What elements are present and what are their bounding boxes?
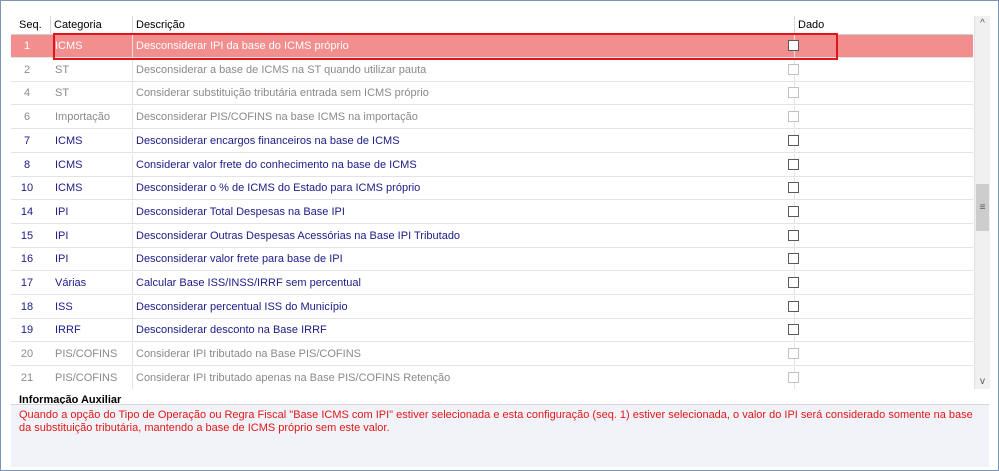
row-description: Considerar valor frete do conhecimento n… xyxy=(133,153,795,176)
column-header-seq[interactable]: Seq. xyxy=(11,16,51,34)
row-category: ST xyxy=(51,58,133,81)
row-seq: 18 xyxy=(20,300,34,313)
row-category: Importação xyxy=(51,106,133,129)
table-row[interactable]: 16 IPI Desconsiderar valor frete para base… xyxy=(11,248,973,272)
row-description: Desconsiderar a base de ICMS na ST quand… xyxy=(133,58,795,81)
row-checkbox xyxy=(788,371,799,383)
row-category: IPI xyxy=(51,200,133,223)
table-row[interactable]: 15 IPI Desconsiderar Outras Despesas Acess… xyxy=(11,224,973,248)
row-checkbox[interactable] xyxy=(788,158,799,170)
table-row[interactable]: 20 PIS/COFINS Considerar IPI tributado na … xyxy=(11,343,973,367)
row-checkbox[interactable] xyxy=(788,205,799,217)
row-checkbox xyxy=(788,87,799,99)
table-row[interactable]: 19 IRRF Desconsiderar desconto na Base IRR… xyxy=(11,319,973,343)
row-seq: 14 xyxy=(20,205,34,218)
row-description: Calcular Base ISS/INSS/IRRF sem percentu… xyxy=(133,272,795,294)
row-checkbox[interactable] xyxy=(788,277,799,288)
scroll-up-icon[interactable]: ^ xyxy=(975,16,990,31)
row-description: Desconsiderar valor frete para base de I… xyxy=(133,248,795,271)
table-row[interactable]: 17 Várias Calcular Base ISS/INSS/IRRF sem … xyxy=(11,272,973,295)
scroll-thumb-icon[interactable]: ≡ xyxy=(976,184,989,231)
row-description: Desconsiderar o % de ICMS do Estado para… xyxy=(133,177,795,200)
row-seq: 17 xyxy=(20,277,34,289)
row-seq: 21 xyxy=(20,371,34,384)
row-checkbox[interactable] xyxy=(788,300,799,312)
row-description: Considerar IPI tributado apenas na Base … xyxy=(133,366,795,389)
row-checkbox[interactable] xyxy=(788,324,799,336)
settings-grid: 1 ICMS Desconsiderar IPI da base do ICMS p… xyxy=(11,35,973,389)
row-category: IPI xyxy=(51,224,133,247)
row-description: Considerar substituição tributária entra… xyxy=(133,82,795,105)
window-frame: Seq. Categoria Descrição Dado 1 ICMS Desco… xyxy=(0,0,999,471)
table-row[interactable]: 2 ST Desconsiderar a base de ICMS na ST qu… xyxy=(11,58,973,82)
scroll-down-icon[interactable]: v xyxy=(975,374,990,389)
row-checkbox xyxy=(788,348,799,360)
row-seq: 15 xyxy=(20,229,34,242)
row-seq: 6 xyxy=(23,111,31,124)
row-category: PIS/COFINS xyxy=(51,343,133,366)
table-row[interactable]: 8 ICMS Considerar valor frete do conhecime… xyxy=(11,153,973,177)
row-category: IPI xyxy=(51,248,133,271)
column-header-description[interactable]: Descrição xyxy=(133,16,795,34)
row-category: PIS/COFINS xyxy=(51,366,133,389)
row-category: ICMS xyxy=(51,177,133,200)
row-seq: 10 xyxy=(20,182,34,195)
row-description: Desconsiderar Total Despesas na Base IPI xyxy=(133,200,795,223)
selection-highlight-box xyxy=(53,33,838,60)
table-row[interactable]: 7 ICMS Desconsiderar encargos financeiros … xyxy=(11,129,973,153)
table-row[interactable]: 4 ST Considerar substituição tributária en… xyxy=(11,82,973,106)
row-description: Considerar IPI tributado na Base PIS/COF… xyxy=(133,343,795,366)
table-row[interactable]: 18 ISS Desconsiderar percentual ISS do Mun… xyxy=(11,295,973,319)
table-row[interactable]: 10 ICMS Desconsiderar o % de ICMS do Estad… xyxy=(11,177,973,201)
row-checkbox xyxy=(788,111,799,123)
row-seq: 20 xyxy=(20,348,34,361)
row-category: ICMS xyxy=(51,153,133,176)
table-row[interactable]: 14 IPI Desconsiderar Total Despesas na Bas… xyxy=(11,200,973,224)
row-description: Desconsiderar desconto na Base IRRF xyxy=(133,319,795,342)
column-header-value[interactable]: Dado xyxy=(795,16,973,34)
row-description: Desconsiderar PIS/COFINS na base ICMS na… xyxy=(133,106,795,129)
row-category: Várias xyxy=(51,272,133,294)
column-header-category[interactable]: Categoria xyxy=(51,16,133,34)
row-description: Desconsiderar percentual ISS do Municípi… xyxy=(133,295,795,318)
row-checkbox[interactable] xyxy=(788,253,799,265)
row-checkbox[interactable] xyxy=(788,182,799,194)
row-category: ICMS xyxy=(51,129,133,152)
row-category: IRRF xyxy=(51,319,133,342)
table-row[interactable]: 21 PIS/COFINS Considerar IPI tributado ape… xyxy=(11,366,973,389)
row-checkbox xyxy=(788,63,799,75)
info-panel-text: Quando a opção do Tipo de Operação ou Re… xyxy=(19,409,973,434)
row-description: Desconsiderar encargos financeiros na ba… xyxy=(133,129,795,152)
row-seq: 7 xyxy=(23,134,31,147)
row-seq: 2 xyxy=(23,63,31,76)
table-row[interactable]: 6 Importação Desconsiderar PIS/COFINS na b… xyxy=(11,106,973,130)
info-panel: Quando a opção do Tipo de Operação ou Re… xyxy=(11,404,989,467)
row-checkbox[interactable] xyxy=(788,229,799,241)
vertical-scrollbar[interactable]: ^ ≡ v xyxy=(974,16,990,389)
row-seq: 19 xyxy=(20,324,34,337)
row-seq: 16 xyxy=(20,253,34,266)
row-category: ST xyxy=(51,82,133,105)
row-seq: 4 xyxy=(23,87,31,100)
row-description: Desconsiderar Outras Despesas Acessórias… xyxy=(133,224,795,247)
row-seq: 8 xyxy=(23,158,31,171)
row-checkbox[interactable] xyxy=(788,134,799,146)
row-seq: 1 xyxy=(23,40,31,52)
row-category: ISS xyxy=(51,295,133,318)
